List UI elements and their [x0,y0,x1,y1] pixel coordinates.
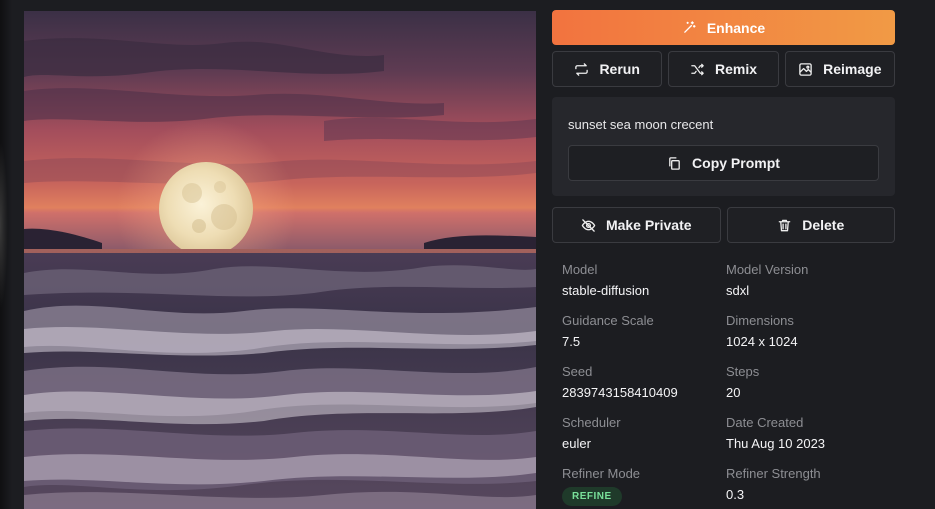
meta-key: Refiner Strength [726,466,821,481]
variation-actions: Rerun Remix Reimage [552,51,895,87]
refiner-mode-badge: REFINE [562,487,622,506]
meta-value: Thu Aug 10 2023 [726,436,826,451]
left-edge-shadow [0,0,12,509]
meta-value: 2839743158410409 [562,385,678,400]
generated-image[interactable] [24,11,536,509]
repeat-icon [574,62,589,77]
trash-icon [777,218,792,233]
remix-button[interactable]: Remix [668,51,779,87]
meta-key: Guidance Scale [562,313,654,328]
meta-value: sdxl [726,283,750,298]
prompt-text: sunset sea moon crecent [568,117,714,132]
image-icon [798,62,813,77]
sunset-sea-image [24,11,536,509]
make-private-button[interactable]: Make Private [552,207,721,243]
enhance-label: Enhance [706,19,766,36]
meta-value: 0.3 [726,487,745,502]
meta-key: Dimensions [726,313,794,328]
enhance-button[interactable]: Enhance [552,10,895,45]
meta-model: Model stable-diffusion [562,261,726,299]
magic-wand-icon [682,20,697,35]
meta-scheduler: Scheduler euler [562,414,726,452]
delete-label: Delete [802,217,845,233]
meta-key: Date Created [726,415,804,430]
meta-key: Model Version [726,262,809,277]
meta-dimensions: Dimensions 1024 x 1024 [726,312,890,350]
meta-steps: Steps 20 [726,363,890,401]
remix-label: Remix [714,61,757,77]
delete-button[interactable]: Delete [726,207,895,243]
rerun-label: Rerun [599,61,640,77]
prompt-card: sunset sea moon crecent Copy Prompt [552,97,895,196]
meta-key: Model [562,262,598,277]
meta-model-version: Model Version sdxl [726,261,890,299]
reimage-button[interactable]: Reimage [784,51,895,87]
rerun-button[interactable]: Rerun [552,51,663,87]
meta-refiner-strength: Refiner Strength 0.3 [726,465,890,506]
meta-key: Seed [562,364,593,379]
copy-prompt-label: Copy Prompt [692,155,780,171]
copy-prompt-button[interactable]: Copy Prompt [568,145,879,181]
meta-value: 1024 x 1024 [726,334,798,349]
meta-guidance-scale: Guidance Scale 7.5 [562,312,726,350]
visibility-actions: Make Private Delete [552,207,895,243]
meta-key: Refiner Mode [562,466,641,481]
shuffle-icon [690,62,705,77]
meta-refiner-mode: Refiner Mode REFINE [562,465,726,506]
reimage-label: Reimage [823,61,882,77]
meta-value: 20 [726,385,741,400]
meta-date-created: Date Created Thu Aug 10 2023 [726,414,890,452]
meta-seed: Seed 2839743158410409 [562,363,726,401]
copy-icon [667,156,682,171]
meta-key: Steps [726,364,760,379]
meta-value: euler [562,436,591,451]
metadata-grid: Model stable-diffusion Model Version sdx… [562,261,895,506]
eye-off-icon [581,218,596,233]
meta-value: stable-diffusion [562,283,650,298]
meta-key: Scheduler [562,415,621,430]
meta-value: 7.5 [562,334,581,349]
make-private-label: Make Private [605,217,692,233]
